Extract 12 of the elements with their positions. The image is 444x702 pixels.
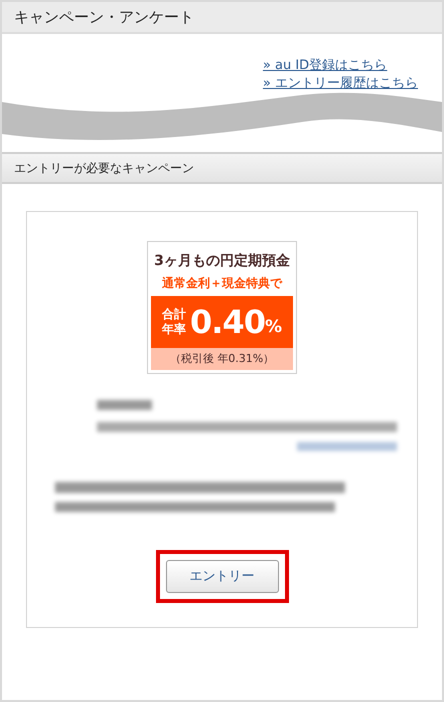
rate-label: 合計 [162,307,186,322]
text-link[interactable]: » エントリー履歴はこちら [262,75,418,92]
rate-unit: % [264,316,282,338]
rate-label: 年率 [162,322,186,337]
banner-subline: 通常金利＋現金特典で [162,275,282,292]
banner-headline: 3ヶ月もの円定期預金 [154,252,290,271]
rate-value: 0.40 [190,306,265,338]
section-title: エントリーが必要なキャンペーン [14,160,194,177]
page-title: キャンペーン・アンケート [14,6,194,28]
after-tax-text: （税引後 年0.31%） [170,350,274,367]
text-link[interactable]: » au ID登録はこちら [262,57,418,74]
entry-button[interactable]: エントリー [166,560,278,593]
